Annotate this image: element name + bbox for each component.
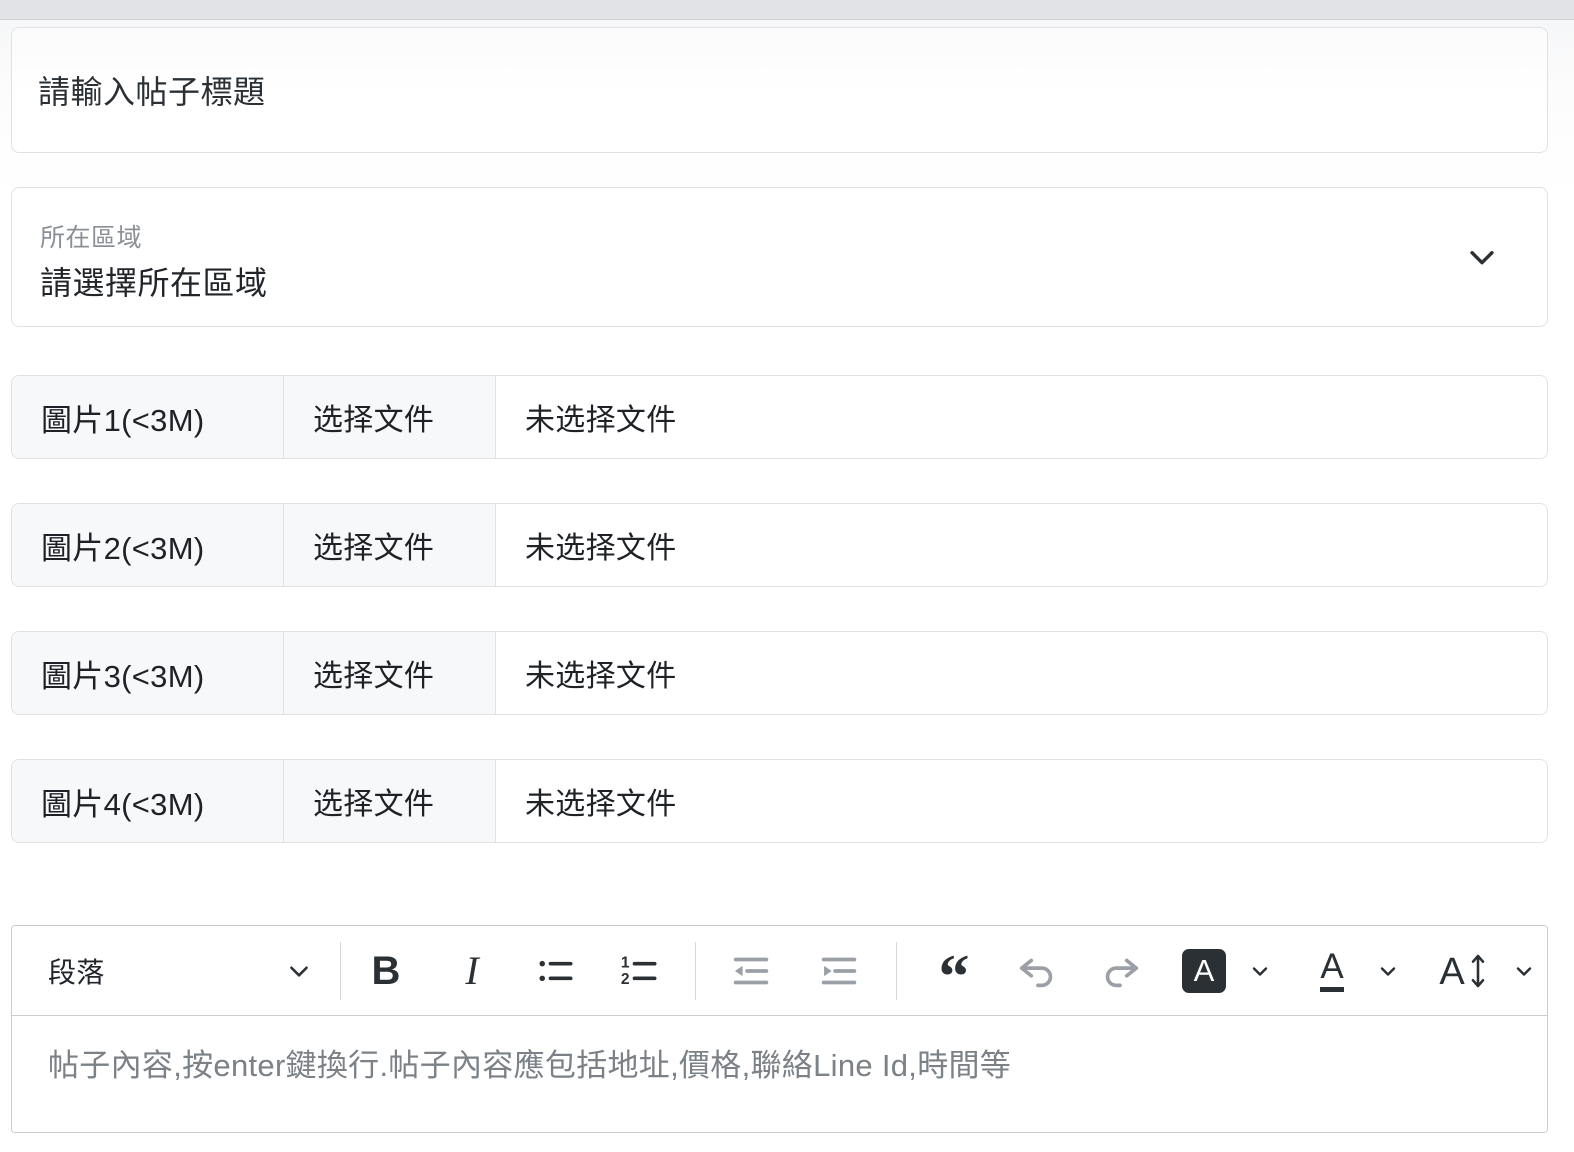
editor-content-area[interactable]: 帖子內容,按enter鍵換行.帖子內容應包括地址,價格,聯絡Line Id,時間… (12, 1016, 1547, 1132)
redo-icon[interactable] (1087, 938, 1153, 1004)
image-upload-row-1[interactable]: 圖片1(<3M) 选择文件 未选择文件 (11, 375, 1548, 459)
font-size-icon[interactable]: A (1427, 938, 1501, 1004)
highlight-color-icon[interactable]: A (1171, 938, 1237, 1004)
block-format-value: 段落 (48, 956, 105, 988)
browser-chrome-strip (0, 0, 1574, 20)
image-upload-row-2[interactable]: 圖片2(<3M) 选择文件 未选择文件 (11, 503, 1548, 587)
toolbar-divider (695, 941, 696, 1000)
editor-placeholder: 帖子內容,按enter鍵換行.帖子內容應包括地址,價格,聯絡Line Id,時間… (48, 1048, 1012, 1083)
toolbar-divider (896, 941, 897, 1000)
highlight-color-chevron-down-icon[interactable] (1237, 938, 1283, 1004)
choose-file-button-4[interactable]: 选择文件 (284, 760, 496, 842)
block-format-select[interactable]: 段落 (12, 926, 340, 1016)
image-upload-row-4[interactable]: 圖片4(<3M) 选择文件 未选择文件 (11, 759, 1548, 843)
image-upload-row-3[interactable]: 圖片3(<3M) 选择文件 未选择文件 (11, 631, 1548, 715)
file-status-text-3: 未选择文件 (496, 632, 1547, 714)
image-upload-label-4: 圖片4(<3M) (12, 760, 284, 842)
choose-file-button-1[interactable]: 选择文件 (284, 376, 496, 458)
post-title-placeholder: 請輸入帖子標題 (38, 74, 266, 110)
chevron-down-icon[interactable] (1465, 240, 1499, 274)
region-select-value: 請選擇所在區域 (40, 265, 268, 301)
file-status-text-4: 未选择文件 (496, 760, 1547, 842)
blockquote-icon[interactable]: “ (921, 938, 987, 1011)
highlight-color-swatch: A (1182, 948, 1226, 993)
file-status-text-2: 未选择文件 (496, 504, 1547, 586)
image-upload-label-3: 圖片3(<3M) (12, 632, 284, 714)
region-select[interactable]: 所在區域 請選擇所在區域 (11, 187, 1548, 327)
italic-glyph: I (465, 947, 479, 993)
blockquote-glyph: “ (938, 942, 970, 1011)
font-size-chevron-down-icon[interactable] (1501, 938, 1547, 1004)
choose-file-button-3[interactable]: 选择文件 (284, 632, 496, 714)
file-status-text-1: 未选择文件 (496, 376, 1547, 458)
chevron-down-icon (286, 958, 312, 984)
bold-glyph: B (371, 948, 401, 993)
post-composer-page: 請輸入帖子標題 所在區域 請選擇所在區域 圖片1(<3M) 选择文件 未选择文件… (0, 0, 1574, 1152)
undo-icon[interactable] (1005, 938, 1071, 1004)
image-upload-label-2: 圖片2(<3M) (12, 504, 284, 586)
indent-icon[interactable] (806, 938, 872, 1004)
font-color-glyph: A (1320, 949, 1344, 992)
rich-text-editor: 段落 B I 1 2 “ A A A 帖子內容,按enter鍵換行.帖子內容應包… (11, 925, 1548, 1133)
font-color-icon[interactable]: A (1299, 938, 1365, 1004)
svg-text:2: 2 (621, 970, 630, 987)
region-select-label: 所在區域 (40, 224, 143, 252)
svg-text:1: 1 (621, 954, 630, 971)
outdent-icon[interactable] (718, 938, 784, 1004)
bullet-list-icon[interactable] (523, 938, 589, 1004)
choose-file-button-2[interactable]: 选择文件 (284, 504, 496, 586)
toolbar-divider (340, 941, 341, 1000)
post-title-input[interactable]: 請輸入帖子標題 (11, 27, 1548, 153)
font-color-chevron-down-icon[interactable] (1365, 938, 1411, 1004)
bold-icon[interactable]: B (353, 938, 419, 1004)
font-size-glyph: A (1439, 950, 1465, 993)
editor-toolbar: 段落 B I 1 2 “ A A A (12, 926, 1547, 1016)
numbered-list-icon[interactable]: 1 2 (607, 938, 673, 1004)
font-size-glyph-group: A (1439, 951, 1488, 991)
italic-icon[interactable]: I (439, 938, 505, 1004)
image-upload-label-1: 圖片1(<3M) (12, 376, 284, 458)
